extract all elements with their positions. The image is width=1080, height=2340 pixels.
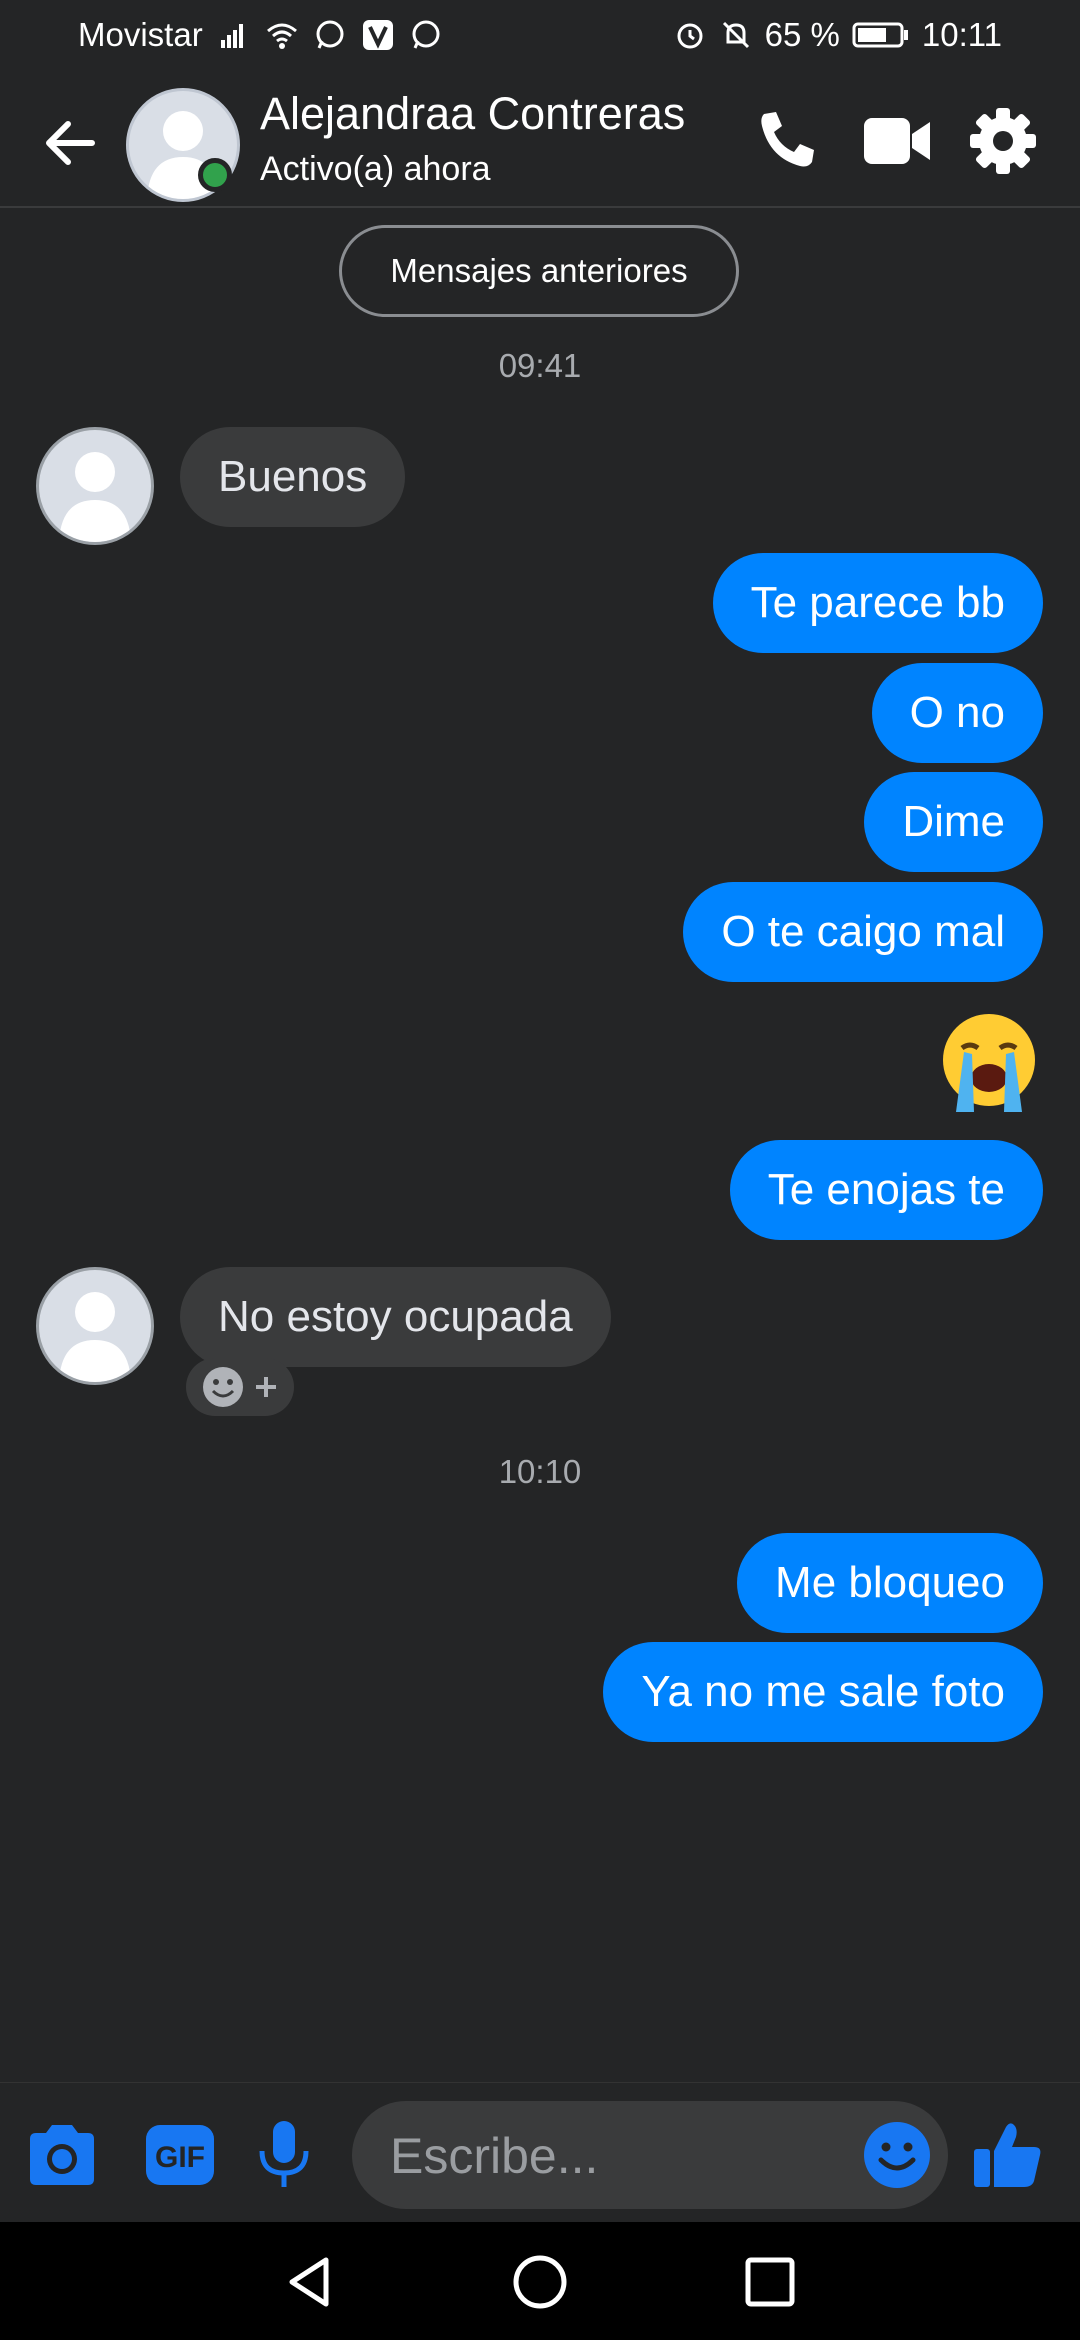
like-icon[interactable] [970,2117,1046,2193]
outgoing-message[interactable]: Te parece bb [712,553,1043,653]
signal-icon [220,24,243,48]
sender-avatar[interactable] [36,1267,154,1385]
older-messages-button[interactable]: Mensajes anteriores [339,225,739,317]
outgoing-message[interactable]: O no [871,663,1043,763]
gif-label: GIF [155,2141,205,2174]
battery-icon [852,22,908,48]
message-composer: GIF [0,2082,1080,2223]
add-reaction-button[interactable] [186,1358,294,1416]
alarm-icon [677,23,703,49]
back-arrow-icon[interactable] [36,108,106,178]
timestamp: 09:41 [498,347,582,384]
outgoing-message[interactable]: O te caigo mal [683,882,1043,982]
clock: 10:11 [921,16,1002,53]
crying-face-emoji-icon[interactable] [934,1008,1044,1118]
gif-icon[interactable]: GIF [142,2117,218,2193]
camera-icon[interactable] [24,2117,100,2193]
default-avatar-icon [59,1292,131,1382]
incoming-message[interactable]: No estoy ocupada [180,1267,611,1367]
carrier-label: Movistar [78,16,203,53]
bell-off-icon [722,21,749,49]
wifi-icon [266,23,297,49]
outgoing-message[interactable]: Dime [864,772,1043,872]
gear-icon[interactable] [966,104,1040,178]
message-input[interactable] [388,2101,832,2211]
battery-percent: 65 % [764,16,840,53]
contact-name[interactable]: Alejandraa Contreras [260,88,685,140]
system-navigation-bar [0,2222,1080,2340]
message-input-wrap[interactable] [352,2101,948,2211]
contact-status: Activo(a) ahora [260,150,491,188]
v-app-icon [362,20,393,50]
chat-header: Alejandraa Contreras Activo(a) ahora [0,74,1080,208]
incoming-message[interactable]: Buenos [180,427,406,527]
plus-icon [256,1377,276,1397]
outgoing-message[interactable]: Te enojas te [729,1140,1043,1240]
phone-icon[interactable] [750,104,824,178]
online-indicator [198,158,232,192]
whatsapp-icon [412,20,440,49]
smiley-icon [203,1367,243,1407]
whatsapp-icon [316,20,344,49]
nav-back-icon[interactable] [280,2252,340,2312]
outgoing-message[interactable]: Me bloqueo [737,1533,1043,1633]
microphone-icon[interactable] [246,2117,322,2193]
emoji-icon[interactable] [862,2120,932,2190]
default-avatar-icon [59,452,131,542]
timestamp: 10:10 [498,1453,582,1490]
video-icon[interactable] [860,104,934,178]
sender-avatar[interactable] [36,427,154,545]
nav-recents-icon[interactable] [740,2252,800,2312]
outgoing-message[interactable]: Ya no me sale foto [603,1642,1043,1742]
nav-home-icon[interactable] [510,2252,570,2312]
status-bar: Movistar 65 % 10:11 [0,0,1080,74]
